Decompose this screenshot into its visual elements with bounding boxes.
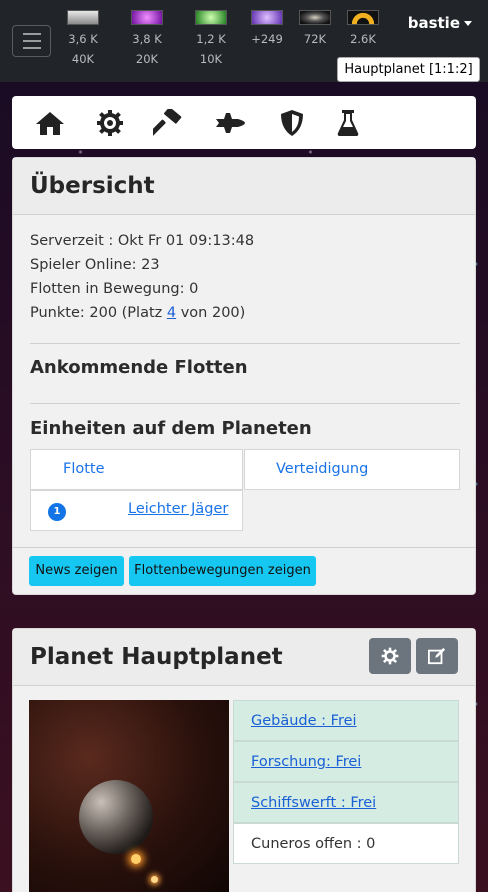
resource-energy: +249 <box>240 10 294 49</box>
flask-icon[interactable] <box>332 108 364 138</box>
resource-metal: 3,6 K 40K <box>56 10 110 69</box>
overview-card: Übersicht Serverzeit : Okt Fr 01 09:13:4… <box>12 157 476 595</box>
divider <box>30 403 460 404</box>
resource-crystal-stock: 3,8 K <box>132 32 162 46</box>
fleet-movements-button[interactable]: Flottenbewegungen zeigen <box>129 556 316 586</box>
planet-rename-button[interactable] <box>416 638 458 674</box>
fleets-moving: Flotten in Bewegung: 0 <box>30 281 199 297</box>
unit-link-light-fighter[interactable]: Leichter Jäger <box>128 501 228 517</box>
resource-deuterium-capacity: 10K <box>199 52 223 66</box>
user-menu-dropdown[interactable]: bastie <box>408 14 472 32</box>
shipyard-status[interactable]: Schiffswerft : Frei <box>233 782 459 823</box>
divider <box>13 547 475 548</box>
antimatter-icon <box>347 10 379 25</box>
main-icon-nav <box>12 96 476 149</box>
points-line: Punkte: 200 (Platz 4 von 200) <box>30 305 246 321</box>
overview-title: Übersicht <box>13 158 475 215</box>
user-name: bastie <box>407 14 460 32</box>
unit-row: 1 Leichter Jäger <box>30 490 243 531</box>
resource-deuterium-stock: 1,2 K <box>196 32 226 46</box>
incoming-fleets-title: Ankommende Flotten <box>30 357 248 378</box>
deuterium-icon <box>195 10 227 25</box>
tab-defense[interactable]: Verteidigung <box>244 449 460 490</box>
players-online: Spieler Online: 23 <box>30 257 160 273</box>
resource-antimatter-value: 2.6K <box>350 32 376 46</box>
divider <box>30 343 460 344</box>
cuneros-status: Cuneros offen : 0 <box>233 823 459 864</box>
edit-icon <box>428 647 446 665</box>
resource-darkmatter-value: 72K <box>303 32 327 46</box>
rank-link[interactable]: 4 <box>167 305 176 321</box>
tab-fleet[interactable]: Flotte <box>30 449 243 490</box>
crystal-icon <box>131 10 163 25</box>
chevron-down-icon <box>464 21 472 26</box>
buildings-status[interactable]: Gebäude : Frei <box>233 700 459 741</box>
resource-energy-value: +249 <box>251 32 283 46</box>
resource-crystal: 3,8 K 20K <box>120 10 174 69</box>
planet-settings-button[interactable] <box>369 638 411 674</box>
research-status[interactable]: Forschung: Frei <box>233 741 459 782</box>
menu-toggle-button[interactable] <box>12 25 51 57</box>
energy-icon <box>251 10 283 25</box>
resource-darkmatter: 72K <box>288 10 342 49</box>
hamburger-icon <box>22 33 41 35</box>
resource-metal-capacity: 40K <box>71 52 95 66</box>
unit-count-badge: 1 <box>48 503 66 521</box>
resource-antimatter: 2.6K <box>336 10 390 49</box>
home-icon[interactable] <box>34 108 66 138</box>
darkmatter-icon <box>299 10 331 25</box>
resource-deuterium: 1,2 K 10K <box>184 10 238 69</box>
hammer-icon[interactable] <box>152 108 184 138</box>
units-title: Einheiten auf dem Planeten <box>30 418 312 439</box>
gear-icon <box>381 647 399 665</box>
gear-icon[interactable] <box>94 108 126 138</box>
shield-icon[interactable] <box>276 108 308 138</box>
planet-image <box>29 700 229 892</box>
spaceship-icon[interactable] <box>214 108 246 138</box>
news-button[interactable]: News zeigen <box>29 556 124 586</box>
resource-metal-stock: 3,6 K <box>68 32 98 46</box>
resource-crystal-capacity: 20K <box>135 52 159 66</box>
metal-icon <box>67 10 99 25</box>
server-time: Serverzeit : Okt Fr 01 09:13:48 <box>30 233 255 249</box>
planet-selector[interactable]: Hauptplanet [1:1:2] <box>337 57 480 82</box>
